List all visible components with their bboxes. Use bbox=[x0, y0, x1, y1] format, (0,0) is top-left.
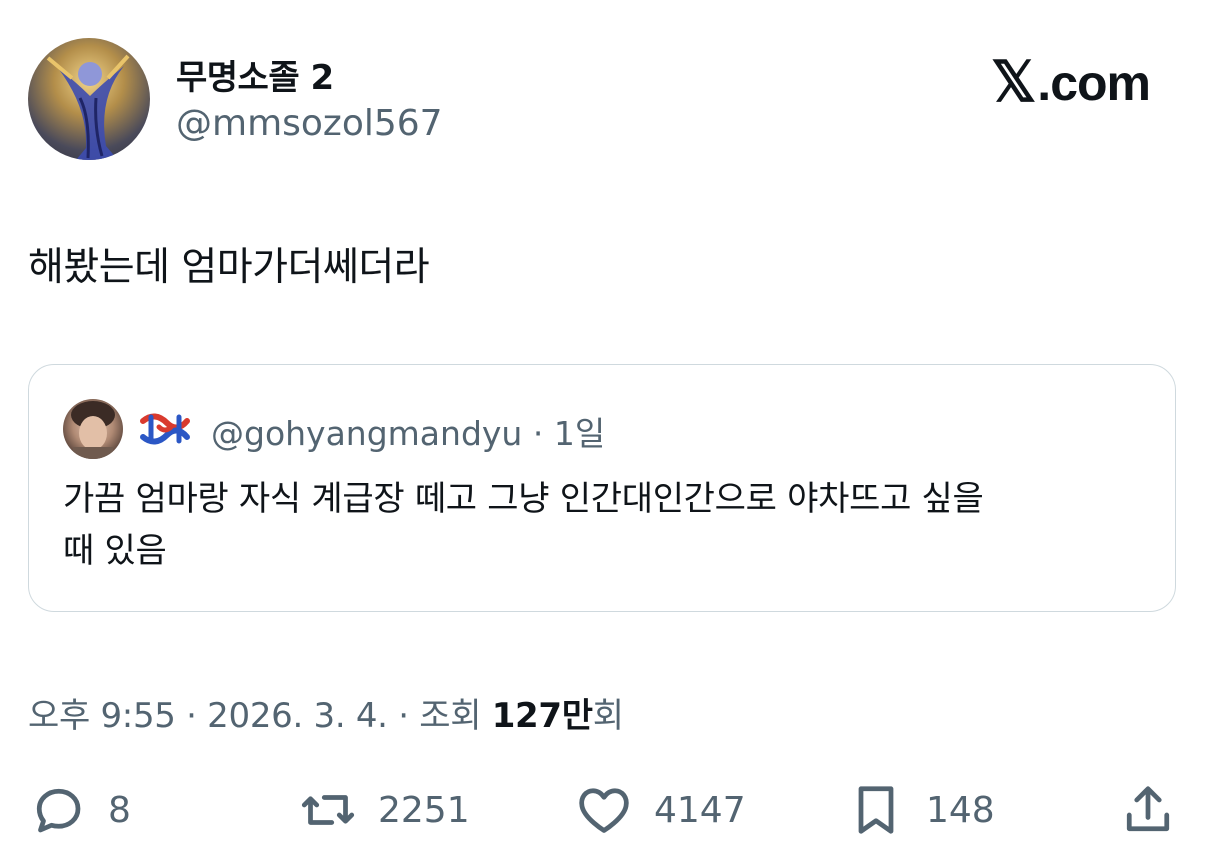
retweet-button[interactable]: 2251 bbox=[298, 775, 470, 845]
retweet-count: 2251 bbox=[378, 789, 470, 831]
tweet-time[interactable]: 오후 9:55 bbox=[28, 696, 176, 736]
avatar-image bbox=[46, 54, 130, 160]
meta-separator-1: · bbox=[175, 696, 208, 736]
like-button[interactable]: 4147 bbox=[574, 775, 746, 845]
reply-count: 8 bbox=[108, 789, 131, 831]
action-bar: 8 2251 4147 148 bbox=[0, 775, 1206, 845]
quoted-separator: · bbox=[532, 414, 544, 453]
quoted-tweet-text: 가끔 엄마랑 자식 계급장 떼고 그냥 인간대인간으로 야차뜨고 싶을 때 있음 bbox=[63, 473, 1143, 577]
heart-icon bbox=[579, 788, 629, 833]
quoted-text-line-2: 때 있음 bbox=[63, 531, 167, 571]
reply-icon bbox=[36, 788, 81, 833]
author-display-name[interactable]: 무명소졸 2 bbox=[176, 50, 334, 99]
quoted-author-avatar[interactable] bbox=[63, 399, 123, 459]
knot-emoji-icon bbox=[140, 413, 190, 445]
quoted-text-line-1: 가끔 엄마랑 자식 계급장 떼고 그냥 인간대인간으로 야차뜨고 싶을 bbox=[63, 479, 984, 519]
like-count: 4147 bbox=[654, 789, 746, 831]
quoted-tweet-card[interactable]: @gohyangmandyu · 1일 가끔 엄마랑 자식 계급장 떼고 그냥 … bbox=[28, 364, 1176, 612]
author-avatar[interactable] bbox=[28, 38, 150, 160]
quoted-handle[interactable]: @gohyangmandyu bbox=[211, 414, 522, 453]
retweet-icon bbox=[301, 795, 355, 825]
brand-logo: 𝕏 .com bbox=[991, 50, 1151, 115]
share-button[interactable] bbox=[1118, 775, 1178, 845]
bookmark-icon bbox=[858, 786, 894, 834]
share-icon bbox=[1126, 786, 1170, 832]
bookmark-count: 148 bbox=[926, 789, 995, 831]
brand-domain: .com bbox=[1037, 54, 1151, 111]
views-suffix: 회 bbox=[592, 696, 624, 736]
views-label: 조회 bbox=[419, 696, 492, 736]
tweet-text: 해봤는데 엄마가더쎄더라 bbox=[28, 245, 430, 290]
quoted-header: @gohyangmandyu · 1일 bbox=[211, 407, 605, 455]
meta-separator-2: · bbox=[387, 696, 420, 736]
quoted-time[interactable]: 1일 bbox=[554, 414, 605, 453]
views-count[interactable]: 127만 bbox=[492, 696, 593, 736]
author-handle[interactable]: @mmsozol567 bbox=[176, 103, 443, 144]
tweet-metadata: 오후 9:55 · 2026. 3. 4. · 조회 127만회 bbox=[28, 688, 624, 737]
tweet-date[interactable]: 2026. 3. 4. bbox=[207, 696, 388, 736]
quoted-avatar-image bbox=[71, 401, 115, 459]
bookmark-button[interactable]: 148 bbox=[846, 775, 995, 845]
reply-button[interactable]: 8 bbox=[28, 775, 131, 845]
x-logo-icon: 𝕏 bbox=[991, 52, 1036, 114]
